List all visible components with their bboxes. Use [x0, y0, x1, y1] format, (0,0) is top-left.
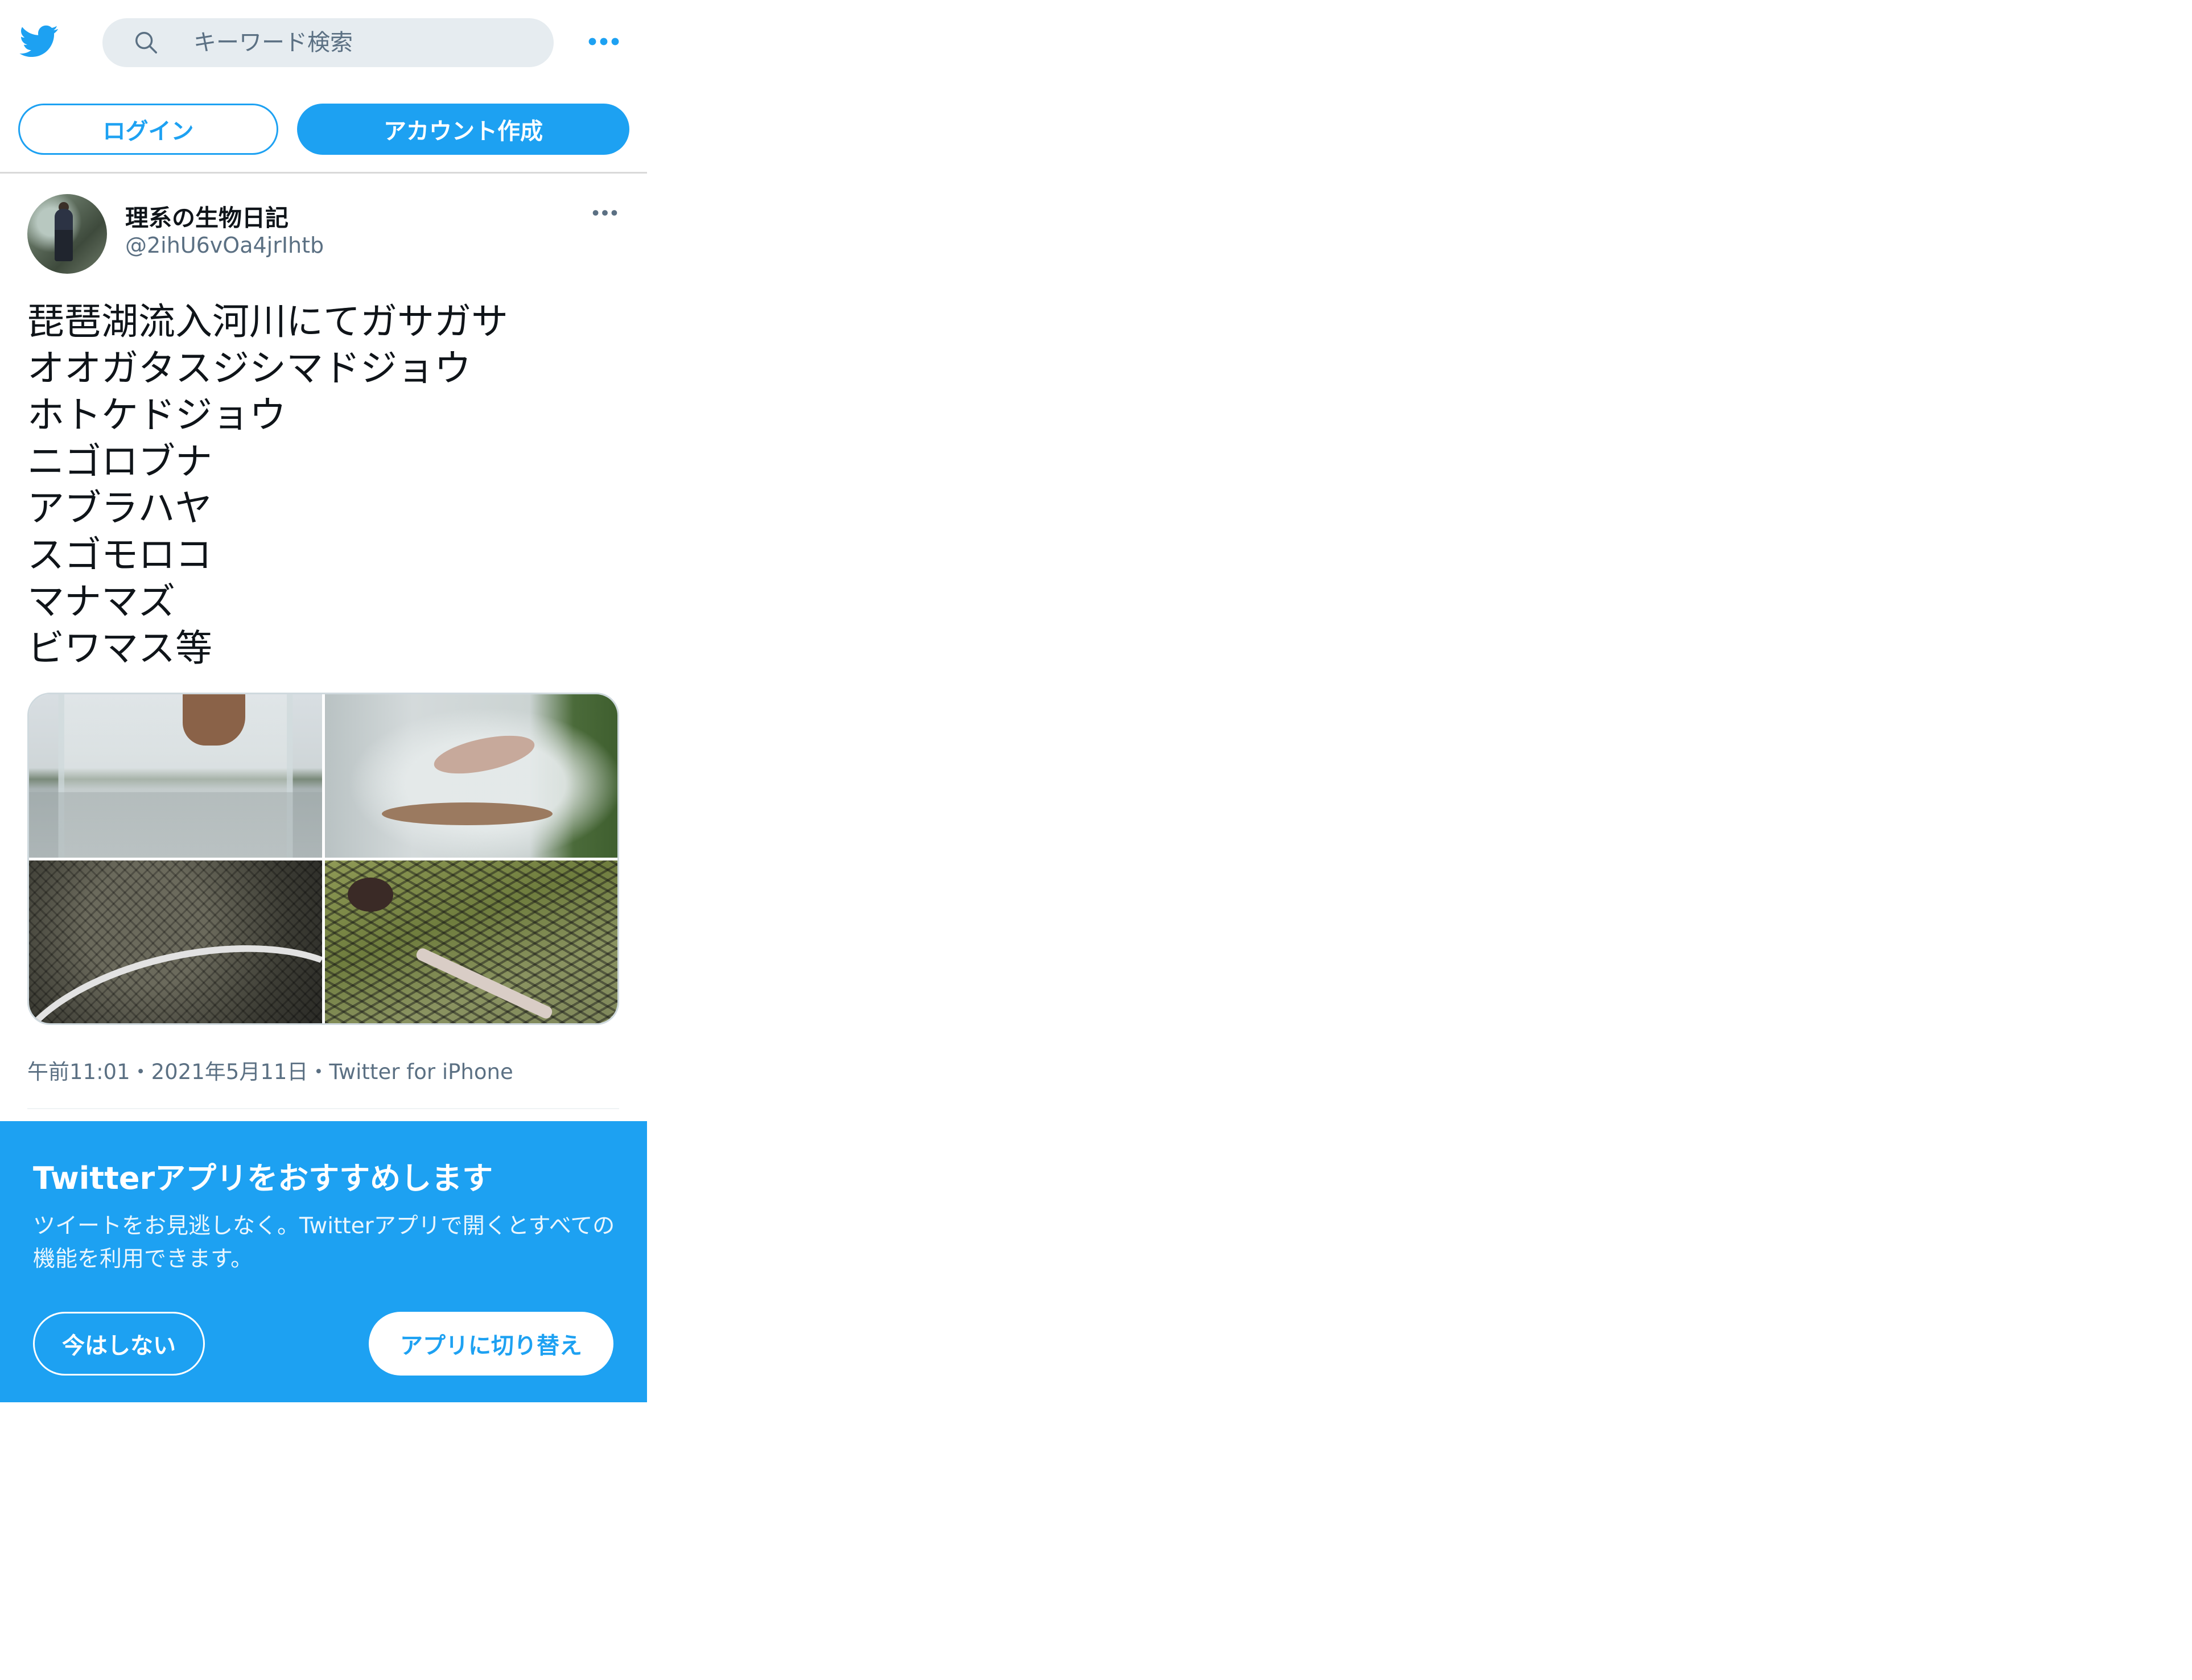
app-promo-banner: Twitterアプリをおすすめします ツイートをお見逃しなく。Twitterアプ… — [0, 1121, 647, 1402]
media-photo-4[interactable] — [324, 860, 617, 1023]
tweet: 理系の生物日記 @2ihU6vOa4jrIhtb 琵琶湖流入河川にてガサガサ オ… — [0, 174, 647, 1115]
tweet-more-icon[interactable] — [592, 208, 618, 218]
switch-to-app-button[interactable]: アプリに切り替え — [369, 1312, 613, 1376]
not-now-button[interactable]: 今はしない — [33, 1312, 205, 1376]
avatar[interactable] — [27, 194, 107, 274]
user-handle[interactable]: @2ihU6vOa4jrIhtb — [125, 233, 324, 258]
search-icon — [135, 32, 157, 53]
search-bar — [102, 18, 554, 67]
tweet-divider — [27, 1108, 619, 1109]
promo-title: Twitterアプリをおすすめします — [33, 1160, 493, 1196]
top-bar — [0, 0, 647, 85]
tweet-text-line: ニゴロブナ — [27, 440, 213, 483]
tweet-text-line: オオガタスジシマドジョウ — [27, 347, 472, 390]
media-photo-3[interactable] — [29, 860, 322, 1023]
tweet-text-line: マナマズ — [27, 580, 176, 623]
tweet-text-line: ホトケドジョウ — [27, 394, 287, 437]
search-input[interactable] — [193, 18, 535, 67]
auth-buttons: ログイン アカウント作成 — [0, 85, 647, 172]
promo-body: ツイートをお見逃しなく。Twitterアプリで開くとすべての機能を利用できます。 — [33, 1213, 615, 1272]
display-name[interactable]: 理系の生物日記 — [125, 199, 289, 233]
tweet-text-line: アブラハヤ — [27, 487, 212, 530]
media-grid — [27, 693, 619, 1025]
tweet-text-line: スゴモロコ — [27, 534, 213, 577]
tweet-meta: 午前11:01・2021年5月11日・Twitter for iPhone — [27, 1060, 513, 1084]
tweet-text-line: 琵琶湖流入河川にてガサガサ — [27, 300, 509, 343]
media-photo-2[interactable] — [324, 694, 617, 858]
twitter-logo-icon[interactable] — [17, 22, 61, 60]
tweet-text-line: ビワマス等 — [27, 627, 213, 670]
signup-button[interactable]: アカウント作成 — [297, 104, 629, 155]
app: ログイン アカウント作成 理系の生物日記 @2ihU6vOa4jrIhtb 琵琶… — [0, 0, 647, 1402]
tweet-text: 琵琶湖流入河川にてガサガサ オオガタスジシマドジョウ ホトケドジョウ ニゴロブナ… — [27, 299, 508, 672]
more-icon[interactable] — [588, 35, 620, 48]
media-photo-1[interactable] — [29, 694, 322, 858]
login-button[interactable]: ログイン — [18, 104, 278, 155]
